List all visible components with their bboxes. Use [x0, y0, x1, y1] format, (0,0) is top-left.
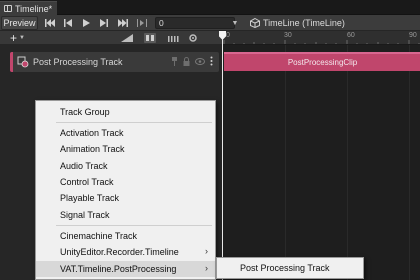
time-ruler[interactable]: 0 30 60 90 — [222, 31, 420, 45]
menu-item-label: VAT.Timeline.PostProcessing — [60, 264, 177, 274]
grid-line — [285, 45, 286, 280]
play-icon[interactable] — [77, 16, 95, 30]
pin-icon[interactable] — [171, 56, 178, 66]
menu-item-vat-postprocessing[interactable]: VAT.Timeline.PostProcessing › — [36, 261, 215, 277]
post-processing-track-icon — [17, 56, 29, 68]
chevron-down-icon: ▼ — [19, 35, 25, 41]
menu-item-label: UnityEditor.Recorder.Timeline — [60, 247, 179, 257]
track-name: Post Processing Track — [33, 57, 123, 67]
track-tools — [171, 56, 213, 66]
menu-item-label: Animation Track — [60, 144, 125, 154]
postprocessing-submenu: Post Processing Track — [216, 257, 364, 279]
window-tab-bar: Timeline* — [0, 0, 420, 15]
go-to-end-icon[interactable] — [114, 16, 132, 30]
post-processing-clip[interactable]: PostProcessingClip — [224, 52, 420, 71]
grid-line — [347, 45, 348, 280]
visibility-eye-icon[interactable] — [195, 57, 205, 65]
track-header-post-processing[interactable]: Post Processing Track — [10, 52, 219, 72]
menu-item-audio-track[interactable]: Audio Track — [36, 158, 215, 174]
ripple-icon[interactable] — [164, 32, 184, 44]
timeline-asset-selector[interactable]: TimeLine (TimeLine) — [250, 16, 345, 30]
menu-item-label: Cinemachine Track — [60, 231, 138, 241]
menu-separator — [56, 122, 212, 123]
menu-item-label: Audio Track — [60, 161, 108, 171]
timeline-clips-area[interactable]: PostProcessingClip — [222, 45, 420, 280]
submenu-arrow-icon: › — [205, 263, 208, 273]
settings-gear-icon[interactable] — [183, 32, 203, 44]
menu-item-cinemachine-track[interactable]: Cinemachine Track — [36, 228, 215, 244]
menu-item-label: Track Group — [60, 107, 110, 117]
playback-toolbar: Preview 0 ▼ TimeLine (TimeLine) — [0, 15, 420, 31]
more-options-icon[interactable] — [210, 56, 213, 66]
timeline-asset-name: TimeLine (TimeLine) — [263, 18, 345, 28]
menu-item-recorder-timeline[interactable]: UnityEditor.Recorder.Timeline › — [36, 244, 215, 260]
submenu-item-label: Post Processing Track — [240, 263, 330, 273]
submenu-arrow-icon: › — [205, 246, 208, 256]
menu-item-label: Signal Track — [60, 210, 110, 220]
plus-icon: + — [10, 31, 18, 45]
play-range-icon[interactable] — [133, 16, 151, 30]
snap-toggle-icon[interactable] — [140, 32, 160, 44]
menu-item-animation-track[interactable]: Animation Track — [36, 141, 215, 157]
go-to-start-icon[interactable] — [41, 16, 59, 30]
lock-icon[interactable] — [183, 56, 190, 66]
window-tab-title: Timeline* — [15, 3, 53, 14]
menu-item-control-track[interactable]: Control Track — [36, 174, 215, 190]
menu-item-label: Playable Track — [60, 193, 120, 203]
preview-button[interactable]: Preview — [1, 16, 38, 30]
menu-item-activation-track[interactable]: Activation Track — [36, 125, 215, 141]
add-track-button[interactable]: + ▼ — [10, 31, 32, 45]
menu-item-label: Control Track — [60, 177, 114, 187]
grid-line — [409, 45, 410, 280]
menu-item-track-group[interactable]: Track Group — [36, 104, 215, 120]
menu-separator — [56, 225, 212, 226]
track-color-stripe — [10, 52, 13, 72]
menu-item-playable-track[interactable]: Playable Track — [36, 190, 215, 206]
ruler-tick-label: 0 — [226, 32, 230, 39]
timeline-asset-icon — [250, 18, 260, 28]
next-frame-icon[interactable] — [95, 16, 113, 30]
frame-format-dropdown-icon[interactable]: ▼ — [229, 16, 241, 30]
add-track-context-menu: Track Group Activation Track Animation T… — [35, 100, 216, 280]
menu-item-label: Activation Track — [60, 128, 124, 138]
previous-frame-icon[interactable] — [59, 16, 77, 30]
playhead-line — [222, 31, 223, 280]
ruler-tick-label: 90 — [409, 32, 417, 39]
timeline-window-icon — [4, 5, 12, 12]
menu-item-signal-track[interactable]: Signal Track — [36, 207, 215, 223]
ruler-tick-label: 30 — [284, 32, 292, 39]
current-frame-field[interactable]: 0 — [155, 17, 235, 29]
ruler-tick-label: 60 — [347, 32, 355, 39]
submenu-item-post-processing-track[interactable]: Post Processing Track — [217, 258, 363, 278]
timeline-window-tab[interactable]: Timeline* — [0, 1, 57, 15]
edit-mode-icon[interactable] — [117, 32, 137, 44]
